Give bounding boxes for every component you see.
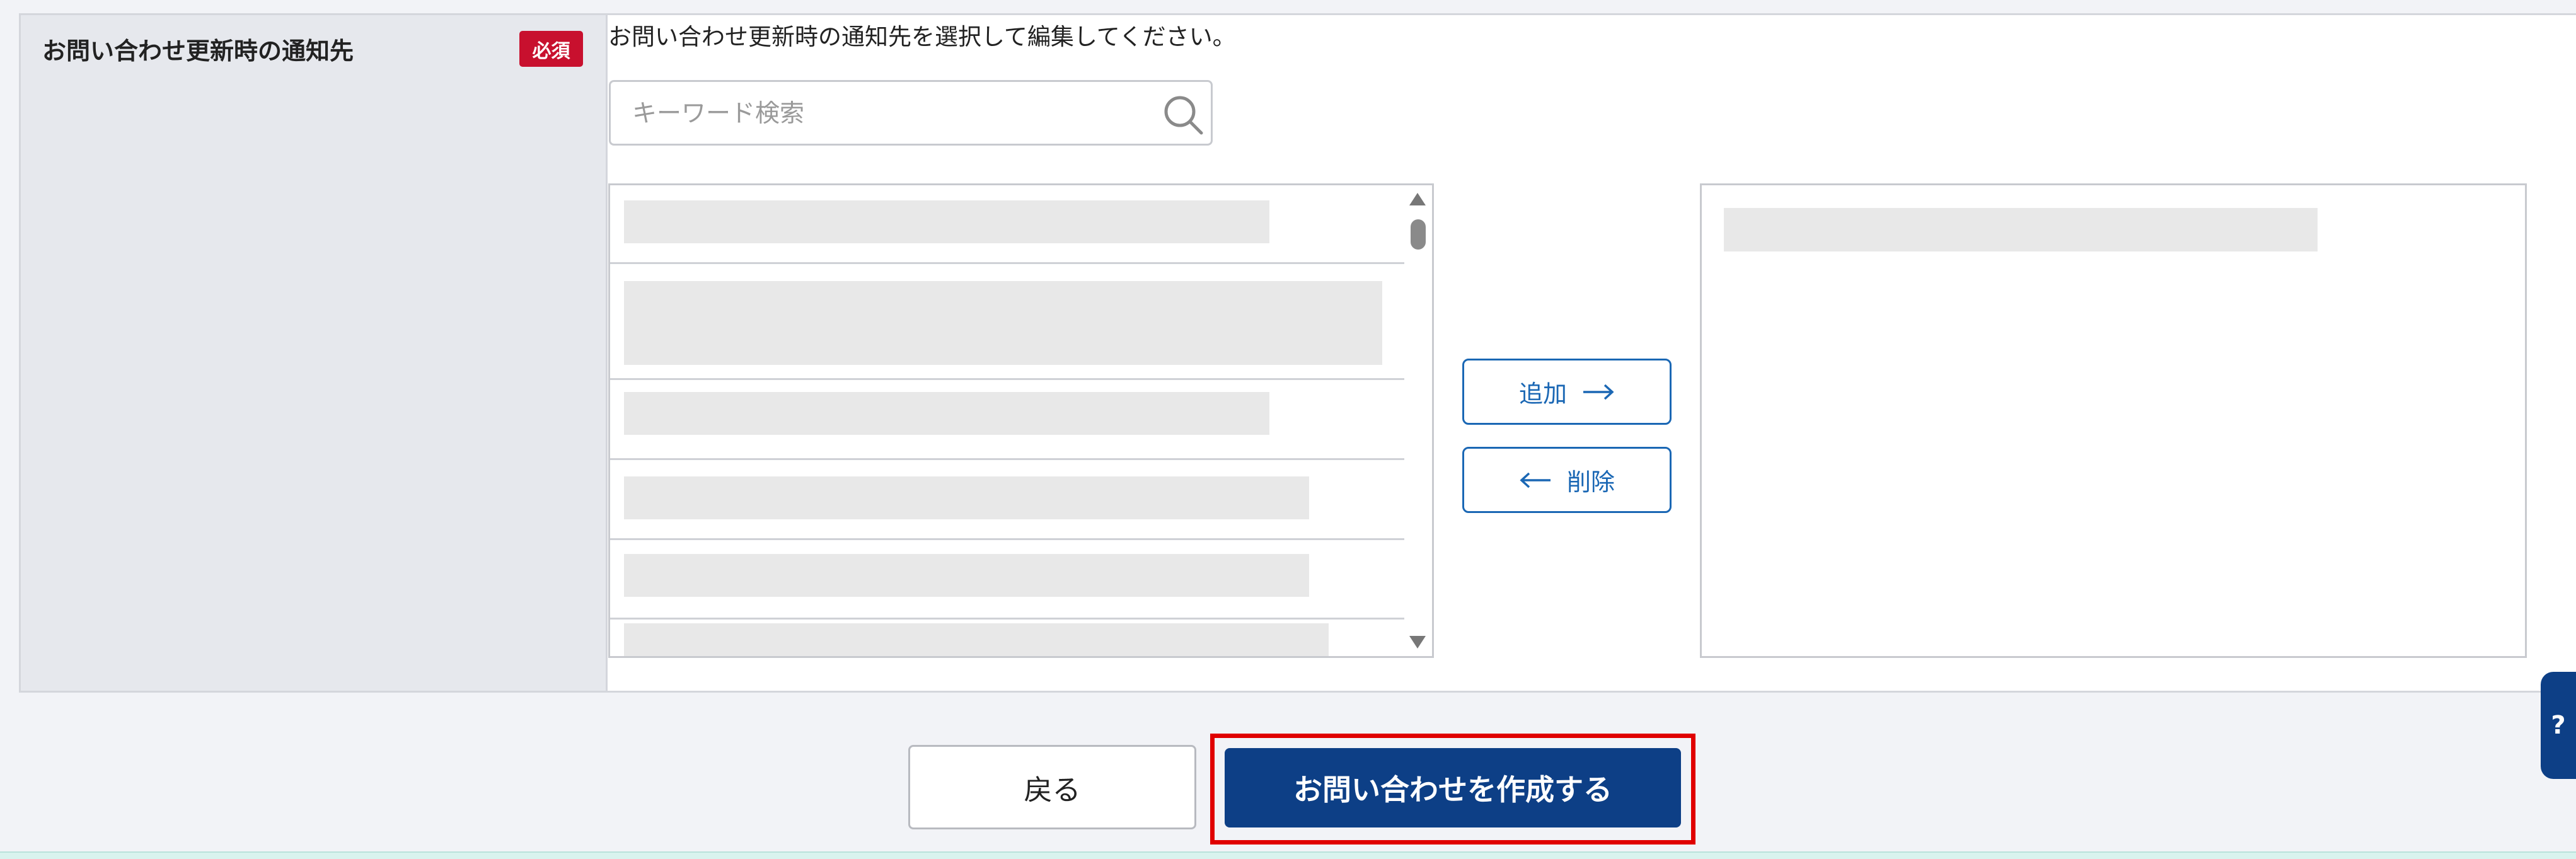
search-icon[interactable] <box>1162 94 1204 135</box>
required-badge: 必須 <box>519 31 583 67</box>
add-button-label: 追加 <box>1518 380 1567 408</box>
create-inquiry-button[interactable]: お問い合わせを作成する <box>1225 748 1681 827</box>
field-label-column: お問い合わせ更新時の通知先 必須 <box>21 15 608 691</box>
arrow-left-icon <box>1520 472 1551 488</box>
available-recipients-list[interactable] <box>608 183 1434 658</box>
list-scrollbar[interactable] <box>1404 185 1432 656</box>
page-bottom-strip <box>0 851 2576 859</box>
loading-placeholder <box>624 281 1382 365</box>
list-item[interactable] <box>610 380 1406 460</box>
list-item[interactable] <box>610 264 1406 380</box>
loading-placeholder <box>624 200 1269 243</box>
loading-placeholder <box>1724 208 2318 251</box>
remove-button-label: 削除 <box>1566 468 1615 496</box>
scroll-up-arrow-icon[interactable] <box>1409 193 1426 205</box>
list-item[interactable] <box>610 460 1406 540</box>
list-item[interactable] <box>610 185 1406 264</box>
list-item[interactable] <box>610 620 1406 656</box>
loading-placeholder <box>624 554 1309 597</box>
remove-recipient-button[interactable]: 削除 <box>1462 447 1672 513</box>
arrow-right-icon <box>1583 384 1614 400</box>
selected-recipients-list[interactable] <box>1700 183 2527 658</box>
loading-placeholder <box>624 623 1329 656</box>
loading-placeholder <box>624 392 1269 435</box>
loading-placeholder <box>624 476 1309 519</box>
scroll-down-arrow-icon[interactable] <box>1409 636 1426 649</box>
scroll-thumb[interactable] <box>1411 219 1426 250</box>
add-recipient-button[interactable]: 追加 <box>1462 359 1672 425</box>
keyword-search-input[interactable] <box>631 82 1138 145</box>
field-label: お問い合わせ更新時の通知先 <box>42 37 354 65</box>
field-instruction: お問い合わせ更新時の通知先を選択して編集してください。 <box>608 23 1236 50</box>
help-side-tab[interactable]: ? <box>2541 672 2576 779</box>
back-button[interactable]: 戻る <box>908 745 1196 829</box>
keyword-search-box[interactable] <box>609 80 1213 146</box>
list-item[interactable] <box>610 540 1406 620</box>
